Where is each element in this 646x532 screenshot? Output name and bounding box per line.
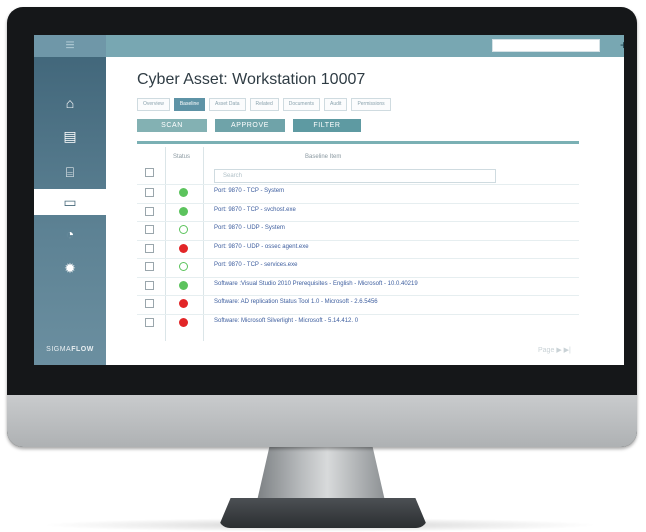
row-checkbox[interactable] [145, 206, 154, 216]
tab-permissions[interactable]: Permissions [351, 98, 391, 111]
next-page-icon[interactable]: ▶ [556, 347, 561, 354]
last-page-icon[interactable]: ▶| [564, 347, 571, 354]
page-label: Page [538, 347, 555, 354]
select-all-checkbox[interactable] [145, 168, 154, 177]
row-checkbox[interactable] [145, 317, 154, 327]
dashboard-icon[interactable]: ◔ [34, 221, 106, 247]
briefcase-icon[interactable]: ▭ [34, 189, 106, 215]
document-icon[interactable]: ▤ [34, 123, 106, 149]
status-dot-icon [179, 188, 188, 197]
status-dot-icon [179, 317, 188, 327]
monitor-stand-base [218, 498, 428, 528]
tab-baseline[interactable]: Baseline [173, 98, 206, 111]
baseline-item-link[interactable]: Port: 9870 - TCP - svchost.exe [214, 207, 296, 213]
table-row[interactable]: Port: 9870 - TCP - services.exe [137, 258, 579, 277]
gear-icon[interactable]: ✹ [34, 255, 106, 281]
table-row[interactable]: Port: 9870 - TCP - System [137, 184, 579, 203]
hierarchy-icon[interactable]: ⌸ [34, 159, 106, 185]
status-dot-icon [179, 280, 188, 290]
sidebar: ≡ ⌂ ▤ ⌸ ▭ ◔ ✹ SIGMAFLOW [34, 35, 106, 365]
baseline-item-column-header: Baseline Item [305, 154, 342, 160]
scan-button[interactable]: SCAN [137, 119, 207, 132]
row-checkbox[interactable] [145, 299, 154, 308]
tab-overview[interactable]: Overview [137, 98, 170, 111]
row-checkbox[interactable] [145, 280, 154, 290]
action-bar: SCAN APPROVE FILTER [137, 119, 361, 132]
sigmaflow-logo: SIGMAFLOW [34, 346, 106, 353]
top-bar: + ⊘ ★ [106, 35, 624, 57]
pagination: Page ▶ ▶| [538, 346, 571, 354]
row-checkbox[interactable] [145, 243, 154, 253]
home-icon[interactable]: ⌂ [34, 90, 106, 116]
row-checkbox[interactable] [145, 262, 154, 271]
table-row[interactable]: Port: 9870 - TCP - svchost.exe [137, 202, 579, 222]
menu-button[interactable]: ≡ [34, 35, 106, 57]
table-search-input[interactable]: Search [214, 169, 496, 183]
status-dot-icon [179, 225, 188, 234]
plus-icon[interactable]: + [620, 38, 624, 53]
baseline-item-link[interactable]: Software: Microsoft Silverlight - Micros… [214, 318, 358, 324]
tab-documents[interactable]: Documents [282, 98, 321, 111]
table-row[interactable]: Port: 9870 - UDP - ossec agent.exe [137, 239, 579, 259]
baseline-item-link[interactable]: Port: 9870 - UDP - ossec agent.exe [214, 244, 309, 250]
approve-button[interactable]: APPROVE [215, 119, 285, 132]
status-column-header: Status [173, 154, 191, 160]
brand-suffix: FLOW [71, 346, 94, 353]
table-row[interactable]: Software: AD replication Status Tool 1.0… [137, 295, 579, 314]
page-title: Cyber Asset: Workstation 10007 [137, 71, 366, 88]
row-checkbox[interactable] [145, 188, 154, 197]
baseline-table: Status Baseline Item Search Port: 9870 -… [137, 141, 579, 352]
monitor-stand-neck [257, 445, 385, 501]
row-checkbox[interactable] [145, 225, 154, 234]
app-screen: ≡ ⌂ ▤ ⌸ ▭ ◔ ✹ SIGMAFLOW + ⊘ ★ Cyber Asse… [34, 35, 624, 365]
brand-prefix: SIGMA [46, 346, 72, 353]
baseline-item-link[interactable]: Port: 9870 - TCP - services.exe [214, 262, 297, 268]
status-dot-icon [179, 243, 188, 253]
global-search-input[interactable] [492, 39, 600, 52]
filter-button[interactable]: FILTER [293, 119, 361, 132]
tab-related[interactable]: Related [249, 98, 279, 111]
baseline-item-link[interactable]: Software: AD replication Status Tool 1.0… [214, 299, 378, 305]
monitor-chin [7, 395, 637, 447]
status-dot-icon [179, 206, 188, 216]
tab-bar: Overview Baseline Asset Data Related Doc… [137, 98, 391, 111]
status-dot-icon [179, 299, 188, 308]
baseline-item-link[interactable]: Port: 9870 - UDP - System [214, 225, 285, 231]
status-dot-icon [179, 262, 188, 271]
hamburger-icon: ≡ [65, 37, 75, 54]
tab-asset-data[interactable]: Asset Data [209, 98, 246, 111]
table-row[interactable]: Port: 9870 - UDP - System [137, 221, 579, 240]
baseline-item-link[interactable]: Port: 9870 - TCP - System [214, 188, 284, 194]
baseline-item-link[interactable]: Software :Visual Studio 2010 Prerequisit… [214, 281, 418, 287]
table-row[interactable]: Software: Microsoft Silverlight - Micros… [137, 313, 579, 333]
table-row[interactable]: Software :Visual Studio 2010 Prerequisit… [137, 276, 579, 296]
tab-audit[interactable]: Audit [324, 98, 348, 111]
